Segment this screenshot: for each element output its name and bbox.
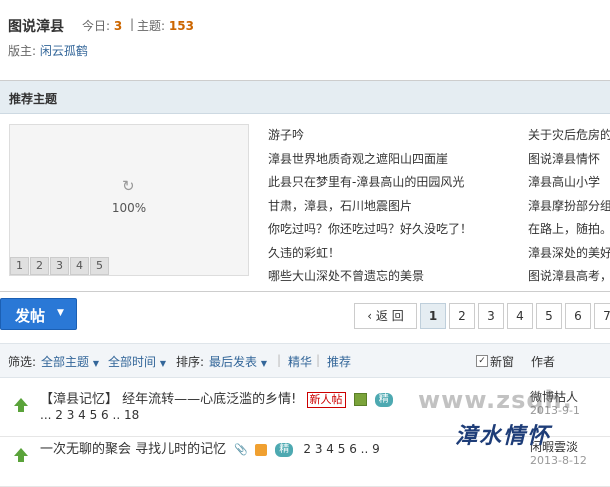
pagination: ‹ 返 回 1 2 3 4 5 6 7 xyxy=(354,303,610,329)
thread-pages[interactable]: 2 3 4 5 6 .. 9 xyxy=(303,442,379,456)
sort-label: 排序: xyxy=(176,355,205,369)
recommended-item[interactable]: 漳县世界地质奇观之遮阳山四面崖 xyxy=(268,149,518,173)
caret-down-icon: ▼ xyxy=(159,359,166,368)
sep-bar: | xyxy=(130,17,135,31)
filter-recommend[interactable]: 推荐 xyxy=(327,353,351,370)
today-label: 今日: xyxy=(82,19,111,33)
page-link[interactable]: 5 xyxy=(536,303,562,329)
sort-dropdown[interactable]: 最后发表 ▼ xyxy=(209,353,267,370)
image-attachment-icon xyxy=(353,393,367,406)
caret-down-icon: ▼ xyxy=(57,308,64,318)
topics-label: 主题: xyxy=(137,19,166,33)
author-column-header: 作者 xyxy=(531,355,556,369)
filter-all-topics-label: 全部主题 xyxy=(41,355,90,369)
recommended-item[interactable]: 游子吟 xyxy=(268,125,518,149)
new-user-badge: 新人帖 xyxy=(306,391,346,408)
page-link[interactable]: 7 xyxy=(594,303,610,329)
today-count: 3 xyxy=(113,19,123,33)
recommended-item[interactable]: 图说漳县情怀 xyxy=(528,149,610,173)
slide-number[interactable]: 2 xyxy=(30,257,49,275)
page-link-current[interactable]: 1 xyxy=(420,303,446,329)
moderator-line: 版主: 闲云孤鹤 xyxy=(8,42,88,59)
forum-header: 图说漳县 今日: 3 | 主题: 153 版主: 闲云孤鹤 xyxy=(0,0,610,70)
recommended-item[interactable]: 甘肃，漳县，石川地震图片 xyxy=(268,196,518,220)
filter-bar: 筛选: 全部主题 ▼ 全部时间 ▼ 排序: 最后发表 ▼ | 精华 | 推荐 ✓… xyxy=(0,343,610,378)
page-link[interactable]: 4 xyxy=(507,303,533,329)
thread-pages[interactable]: ... 2 3 4 5 6 .. 18 xyxy=(40,408,139,422)
recommended-item[interactable]: 哪些大山深处不曾遗忘的美景 xyxy=(268,266,518,290)
page-link[interactable]: 2 xyxy=(449,303,475,329)
thread-title-line: 【漳县记忆】 经年流转——心底泛滥的乡情! 新人帖 精 xyxy=(40,388,393,408)
recommended-item[interactable]: 漳县深处的美好 xyxy=(528,243,610,267)
separator: | xyxy=(277,353,282,367)
slide-number[interactable]: 4 xyxy=(70,257,89,275)
thread-title[interactable]: 【漳县记忆】 经年流转——心底泛滥的乡情! xyxy=(40,392,296,407)
recommended-item[interactable]: 你吃过吗？你还吃过吗？好久没吃了！ xyxy=(268,219,518,243)
moderator-link[interactable]: 闲云孤鹤 xyxy=(40,44,88,58)
slideshow-progress: 100% xyxy=(111,201,147,215)
topics-stat: 主题: 153 xyxy=(137,17,194,34)
refresh-icon: ↻ xyxy=(122,177,135,195)
recommended-list-2: 关于灾后危房的 图说漳县情怀 漳县高山小学 漳县摩扮部分组 在路上，随拍。 漳县… xyxy=(528,125,610,290)
caret-down-icon: ▼ xyxy=(260,359,267,368)
forum-title[interactable]: 图说漳县 xyxy=(8,16,64,36)
topic-up-arrow-icon[interactable] xyxy=(12,396,30,414)
watermark-url: www.zsqh. xyxy=(418,386,573,414)
new-window-checkbox[interactable]: ✓ xyxy=(476,355,488,367)
page-link[interactable]: 6 xyxy=(565,303,591,329)
moderator-label: 版主: xyxy=(8,44,37,58)
slide-number[interactable]: 5 xyxy=(90,257,109,275)
paperclip-icon: 📎 xyxy=(234,443,248,456)
recommended-item[interactable]: 久违的彩虹！ xyxy=(268,243,518,267)
thread-date: 2013-8-12 xyxy=(530,454,587,467)
reward-icon xyxy=(255,443,268,456)
recommended-heading: 推荐主题 xyxy=(9,92,58,106)
page-link[interactable]: 3 xyxy=(478,303,504,329)
caret-down-icon: ▼ xyxy=(92,359,99,368)
new-window-label: 新窗 xyxy=(490,355,515,369)
digest-badge: 精 xyxy=(374,392,393,407)
filter-all-topics[interactable]: 全部主题 ▼ xyxy=(41,353,99,370)
filter-label: 筛选: xyxy=(8,355,37,369)
recommended-panel: 推荐主题 ↻ 100% 1 2 3 4 5 游子吟 漳县世界地质奇观之遮阳山四面… xyxy=(0,80,610,292)
sort-value: 最后发表 xyxy=(209,355,258,369)
thread-title[interactable]: 一次无聊的聚会 寻找儿时的记忆 xyxy=(40,442,226,457)
recommended-list-1: 游子吟 漳县世界地质奇观之遮阳山四面崖 此县只在梦里有-漳县高山的田园风光 甘肃… xyxy=(268,125,518,290)
watermark-brand: 漳水情怀 xyxy=(455,424,552,449)
post-button[interactable]: 发帖 ▼ xyxy=(0,298,77,330)
slideshow[interactable]: ↻ 100% 1 2 3 4 5 xyxy=(9,124,249,276)
today-stat: 今日: 3 xyxy=(82,17,122,34)
slide-number[interactable]: 3 xyxy=(50,257,69,275)
slide-numbers: 1 2 3 4 5 xyxy=(10,257,110,275)
thread-title-line: 一次无聊的聚会 寻找儿时的记忆 📎 精 2 3 4 5 6 .. 9 xyxy=(40,438,380,457)
chevron-left-icon: ‹ xyxy=(367,309,373,323)
recommended-item[interactable]: 漳县摩扮部分组 xyxy=(528,196,610,220)
topics-count: 153 xyxy=(168,19,194,33)
filter-digest[interactable]: 精华 xyxy=(288,353,312,370)
recommended-header: 推荐主题 xyxy=(0,81,610,114)
recommended-item[interactable]: 关于灾后危房的 xyxy=(528,125,610,149)
separator: | xyxy=(316,353,321,367)
recommended-item[interactable]: 图说漳县高考， xyxy=(528,266,610,290)
back-button[interactable]: ‹ 返 回 xyxy=(354,303,417,329)
topic-up-arrow-icon[interactable] xyxy=(12,446,30,464)
filter-all-time-label: 全部时间 xyxy=(108,355,157,369)
recommended-item[interactable]: 在路上，随拍。 xyxy=(528,219,610,243)
recommended-item[interactable]: 漳县高山小学 xyxy=(528,172,610,196)
back-label: 返 回 xyxy=(375,309,404,323)
digest-badge: 精 xyxy=(275,442,294,457)
post-button-label: 发帖 xyxy=(15,307,46,325)
slide-number[interactable]: 1 xyxy=(10,257,29,275)
filter-all-time[interactable]: 全部时间 ▼ xyxy=(108,353,166,370)
recommended-item[interactable]: 此县只在梦里有-漳县高山的田园风光 xyxy=(268,172,518,196)
